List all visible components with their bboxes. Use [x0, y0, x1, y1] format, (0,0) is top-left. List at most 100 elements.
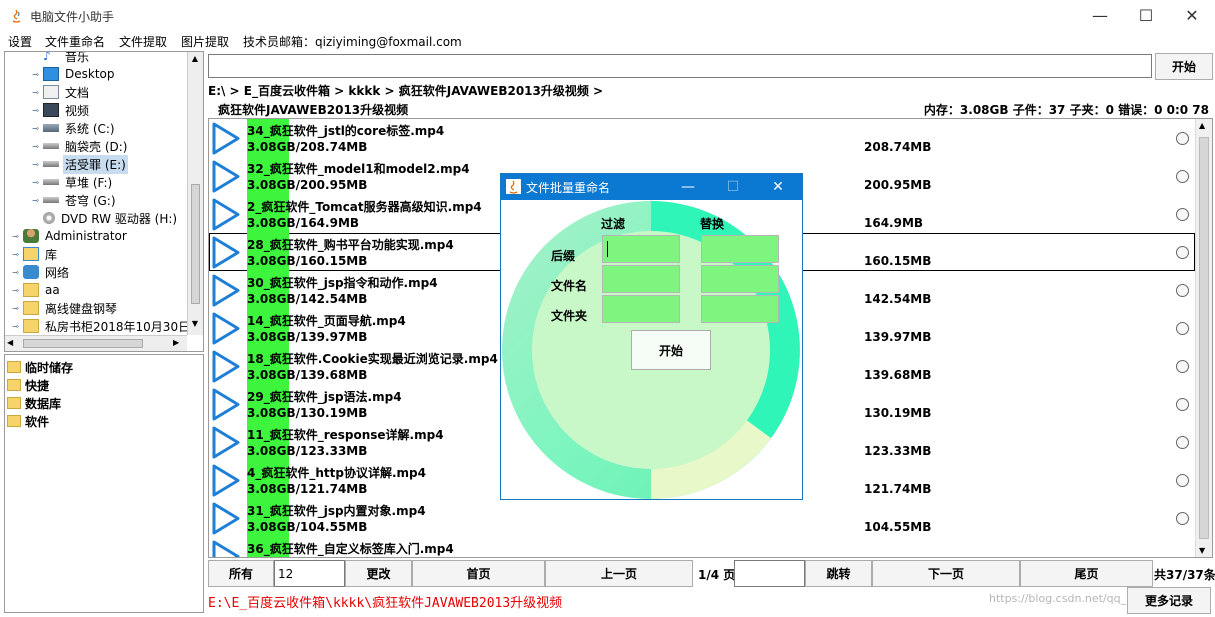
quick-item-software[interactable]: 软件 [7, 412, 49, 430]
tree-item-administrator[interactable]: ⊸ Administrator [11, 227, 129, 245]
file-select-radio[interactable] [1176, 132, 1189, 145]
start-button[interactable]: 开始 [1155, 53, 1213, 80]
play-icon[interactable] [211, 122, 241, 155]
expand-icon[interactable]: ⊸ [11, 286, 20, 295]
menu-settings[interactable]: 设置 [8, 33, 32, 50]
tree-item-library[interactable]: ⊸ 库 [11, 245, 59, 263]
last-page-button[interactable]: 尾页 [1020, 560, 1153, 587]
tree-item-bookcase[interactable]: ⊸ 私房书柜2018年10月30日 [11, 317, 192, 335]
tree-item-aa[interactable]: ⊸ aa [11, 281, 62, 299]
expand-icon[interactable] [31, 52, 40, 61]
expand-icon[interactable]: ⊸ [11, 304, 20, 313]
menu-file-rename[interactable]: 文件重命名 [45, 33, 105, 50]
play-icon[interactable] [211, 388, 241, 421]
file-select-radio[interactable] [1176, 322, 1189, 335]
menu-image-extract[interactable]: 图片提取 [181, 33, 229, 50]
tree-item-drive-d[interactable]: ⊸ 脑袋壳 (D:) [31, 137, 129, 155]
expand-icon[interactable]: ⊸ [31, 124, 40, 133]
tree-hscroll-thumb[interactable] [23, 339, 143, 348]
file-select-radio[interactable] [1176, 360, 1189, 373]
play-icon[interactable] [211, 502, 241, 535]
tree-item-music[interactable]: ♪ 音乐 [31, 52, 91, 65]
file-select-radio[interactable] [1176, 208, 1189, 221]
folder-replace-input[interactable] [701, 295, 779, 323]
tree-item-network[interactable]: ⊸ 网络 [11, 263, 71, 281]
play-icon[interactable] [211, 236, 241, 269]
scroll-down-icon[interactable]: ▼ [190, 319, 200, 333]
filename-filter-input[interactable] [602, 265, 680, 293]
file-row[interactable]: 31_疯狂软件_jsp内置对象.mp4 3.08GB/104.55MB 104.55… [209, 499, 1195, 537]
play-icon[interactable] [211, 160, 241, 193]
tree-item-documents[interactable]: ⊸ 文档 [31, 83, 91, 101]
first-page-button[interactable]: 首页 [412, 560, 545, 587]
file-select-radio[interactable] [1176, 398, 1189, 411]
tree-item-piano[interactable]: ⊸ 离线健盘钢琴 [11, 299, 119, 317]
file-row[interactable]: 36_疯狂软件_自定义标签库入门.mp4 [209, 537, 1195, 558]
expand-icon[interactable]: ⊸ [31, 106, 40, 115]
path-input[interactable] [208, 54, 1152, 78]
scroll-up-icon[interactable]: ▲ [190, 54, 200, 68]
close-button[interactable]: ✕ [1169, 0, 1215, 31]
play-icon[interactable] [211, 426, 241, 459]
tree-item-desktop[interactable]: ⊸ Desktop [31, 65, 117, 83]
dialog-minimize-button[interactable]: — [673, 174, 703, 200]
play-icon[interactable] [211, 350, 241, 383]
tree-item-drive-g[interactable]: ⊸ 苍穹 (G:) [31, 191, 118, 209]
jump-input[interactable] [734, 560, 805, 587]
tree-item-drive-c[interactable]: ⊸ 系统 (C:) [31, 119, 117, 137]
play-icon[interactable] [211, 312, 241, 345]
expand-icon[interactable]: ⊸ [11, 232, 20, 241]
dialog-start-button[interactable]: 开始 [631, 330, 711, 370]
tree-horizontal-scrollbar[interactable]: ◀ ▶ [5, 335, 187, 351]
file-select-radio[interactable] [1176, 284, 1189, 297]
expand-icon[interactable]: ⊸ [31, 196, 40, 205]
expand-icon[interactable]: ⊸ [11, 322, 20, 331]
change-button[interactable]: 更改 [345, 560, 412, 587]
tree-item-drive-e[interactable]: ⊸ 活受罪 (E:) [31, 154, 128, 174]
file-select-radio[interactable] [1176, 512, 1189, 525]
menu-file-extract[interactable]: 文件提取 [119, 33, 167, 50]
list-scroll-thumb[interactable] [1199, 137, 1209, 539]
play-icon[interactable] [211, 274, 241, 307]
expand-icon[interactable]: ⊸ [11, 250, 20, 259]
tree-item-dvd[interactable]: DVD RW 驱动器 (H:) [43, 209, 179, 227]
expand-icon[interactable]: ⊸ [31, 70, 40, 79]
menu-tech-email[interactable]: 技术员邮箱：qiziyiming@foxmail.com [243, 33, 462, 50]
scroll-up-icon[interactable]: ▲ [1199, 121, 1205, 130]
file-select-radio[interactable] [1176, 436, 1189, 449]
expand-icon[interactable]: ⊸ [31, 160, 40, 169]
tree-scroll-thumb[interactable] [191, 184, 200, 304]
maximize-button[interactable]: ☐ [1123, 0, 1169, 31]
jump-button[interactable]: 跳转 [805, 560, 872, 587]
expand-icon[interactable]: ⊸ [31, 88, 40, 97]
more-records-button[interactable]: 更多记录 [1127, 587, 1211, 614]
play-icon[interactable] [211, 540, 241, 558]
scroll-left-icon[interactable]: ◀ [7, 338, 19, 349]
file-row[interactable]: 34_疯狂软件_jstl的core标签.mp4 3.08GB/208.74MB 20… [209, 119, 1195, 157]
tree-item-videos[interactable]: ⊸ 视频 [31, 101, 91, 119]
quick-item-temp[interactable]: 临时储存 [7, 358, 73, 376]
all-button[interactable]: 所有 [208, 560, 274, 587]
file-select-radio[interactable] [1176, 474, 1189, 487]
suffix-replace-input[interactable] [701, 235, 779, 263]
file-select-radio[interactable] [1176, 170, 1189, 183]
play-icon[interactable] [211, 464, 241, 497]
expand-icon[interactable]: ⊸ [31, 142, 40, 151]
tree-vertical-scrollbar[interactable]: ▲ ▼ [187, 52, 203, 335]
expand-icon[interactable]: ⊸ [11, 268, 20, 277]
filename-replace-input[interactable] [701, 265, 779, 293]
next-page-button[interactable]: 下一页 [872, 560, 1020, 587]
count-input[interactable]: 12 [274, 560, 345, 587]
expand-icon[interactable]: ⊸ [31, 178, 40, 187]
list-vertical-scrollbar[interactable]: ▲ ▼ [1195, 119, 1212, 557]
scroll-right-icon[interactable]: ▶ [173, 338, 185, 349]
scroll-down-icon[interactable]: ▼ [1199, 546, 1205, 555]
dialog-close-button[interactable]: ✕ [763, 174, 793, 200]
minimize-button[interactable]: — [1077, 0, 1123, 31]
file-select-radio[interactable] [1176, 246, 1189, 259]
play-icon[interactable] [211, 198, 241, 231]
folder-filter-input[interactable] [602, 295, 680, 323]
suffix-filter-input[interactable] [602, 235, 680, 263]
tree-item-drive-f[interactable]: ⊸ 草堆 (F:) [31, 173, 114, 191]
prev-page-button[interactable]: 上一页 [545, 560, 693, 587]
